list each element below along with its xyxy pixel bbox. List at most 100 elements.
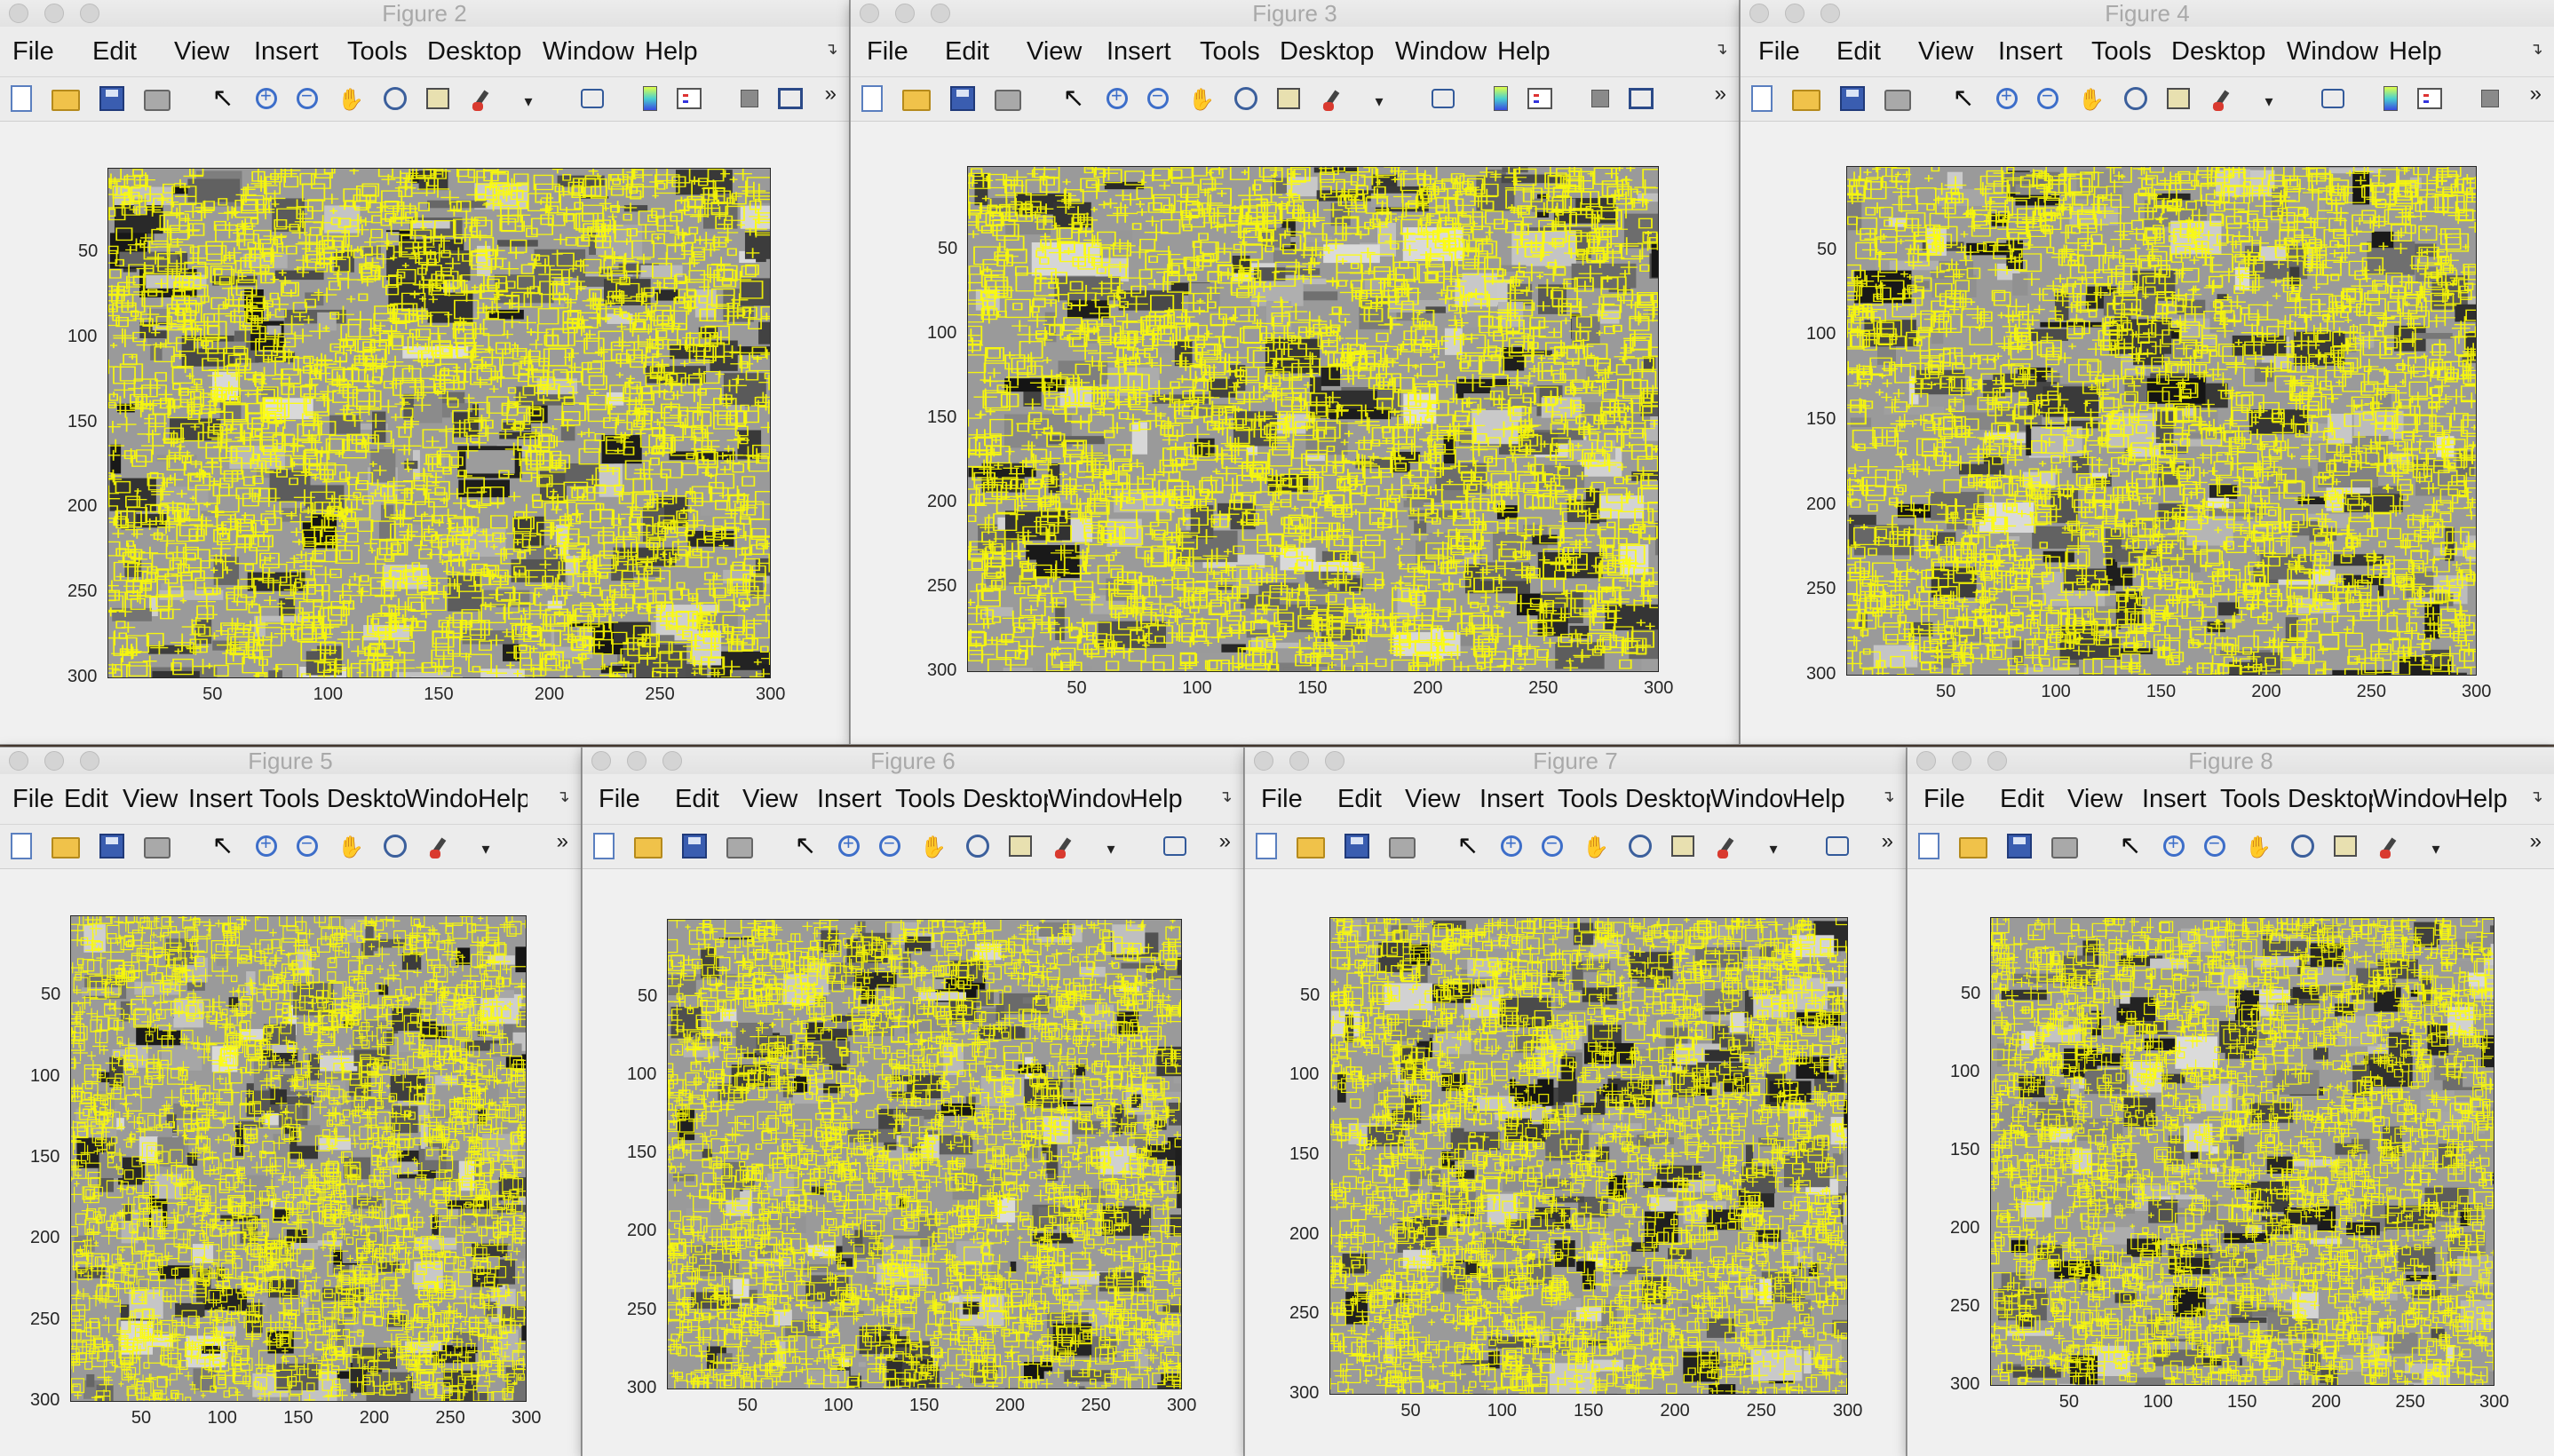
pan-hand-icon[interactable] xyxy=(1582,833,1609,859)
image-axes[interactable] xyxy=(1846,166,2477,676)
link-plot-icon[interactable] xyxy=(1826,836,1849,856)
window-title-bar[interactable]: Figure 7 xyxy=(1245,748,1906,774)
zoom-in-icon[interactable] xyxy=(1996,83,2018,109)
dock-figure-icon[interactable]: ↴ xyxy=(556,787,570,806)
menu-file[interactable]: File xyxy=(12,785,64,814)
dock-figure-icon[interactable]: ↴ xyxy=(824,39,838,59)
pan-hand-icon[interactable] xyxy=(1188,85,1215,112)
data-cursor-icon[interactable] xyxy=(426,88,449,109)
dock-figure-icon[interactable]: ↴ xyxy=(1218,787,1233,806)
menu-tools[interactable]: Tools xyxy=(2091,37,2171,67)
menu-window[interactable]: Window xyxy=(1395,37,1497,67)
menu-window[interactable]: Window xyxy=(405,785,478,814)
menu-help[interactable]: Help xyxy=(1792,785,1860,814)
zoom-out-icon[interactable] xyxy=(2204,830,2225,857)
dropdown-icon[interactable] xyxy=(472,833,499,859)
menu-view[interactable]: View xyxy=(174,37,254,67)
menu-edit[interactable]: Edit xyxy=(92,37,174,67)
menu-desktop[interactable]: Desktop xyxy=(963,785,1048,814)
image-axes[interactable] xyxy=(1329,917,1848,1395)
zoom-in-icon[interactable] xyxy=(2163,830,2185,857)
menu-insert[interactable]: Insert xyxy=(2142,785,2220,814)
save-icon[interactable] xyxy=(950,86,975,111)
zoom-button[interactable] xyxy=(931,4,950,23)
menu-edit[interactable]: Edit xyxy=(1836,37,1918,67)
zoom-out-icon[interactable] xyxy=(2037,83,2058,109)
zoom-button[interactable] xyxy=(1820,4,1840,23)
minimize-button[interactable] xyxy=(1785,4,1804,23)
menu-tools[interactable]: Tools xyxy=(1200,37,1280,67)
print-icon[interactable] xyxy=(726,837,753,859)
minimize-button[interactable] xyxy=(1289,751,1309,771)
menu-help[interactable]: Help xyxy=(2389,37,2451,67)
dropdown-icon[interactable] xyxy=(1366,85,1392,112)
zoom-button[interactable] xyxy=(1987,751,2007,771)
open-file-icon[interactable] xyxy=(52,90,80,111)
save-icon[interactable] xyxy=(99,834,124,859)
link-plot-icon[interactable] xyxy=(1432,89,1455,108)
dock-figure-icon[interactable]: ↴ xyxy=(2529,39,2543,59)
figure-window[interactable]: Figure 2 File Edit View Insert Tools Desktop Wi… xyxy=(0,0,849,744)
close-button[interactable] xyxy=(1749,4,1769,23)
zoom-button[interactable] xyxy=(1325,751,1344,771)
save-icon[interactable] xyxy=(1840,86,1865,111)
menu-insert[interactable]: Insert xyxy=(1106,37,1200,67)
link-plot-icon[interactable] xyxy=(1163,836,1186,856)
open-file-icon[interactable] xyxy=(1792,90,1820,111)
close-button[interactable] xyxy=(860,4,879,23)
dropdown-icon[interactable] xyxy=(515,85,542,112)
zoom-button[interactable] xyxy=(662,751,682,771)
open-file-icon[interactable] xyxy=(902,90,931,111)
brush-icon[interactable] xyxy=(2376,835,2403,859)
toolbar-overflow-icon[interactable]: » xyxy=(1219,824,1231,859)
window-title-bar[interactable]: Figure 4 xyxy=(1741,0,2554,27)
zoom-in-icon[interactable] xyxy=(1106,83,1128,109)
menu-desktop[interactable]: Desktop xyxy=(1625,785,1710,814)
menu-desktop[interactable]: Desktop xyxy=(427,37,543,67)
image-axes[interactable] xyxy=(70,915,527,1402)
zoom-in-icon[interactable] xyxy=(256,830,277,857)
menu-desktop[interactable]: Desktop xyxy=(327,785,405,814)
menu-window[interactable]: Window xyxy=(2373,785,2455,814)
dock-figure-icon[interactable]: ↴ xyxy=(1881,787,1895,806)
menu-tools[interactable]: Tools xyxy=(895,785,963,814)
zoom-out-icon[interactable] xyxy=(297,83,318,109)
menu-file[interactable]: File xyxy=(599,785,675,814)
menu-insert[interactable]: Insert xyxy=(254,37,347,67)
zoom-button[interactable] xyxy=(80,4,99,23)
pan-hand-icon[interactable] xyxy=(920,833,947,859)
menu-view[interactable]: View xyxy=(2067,785,2142,814)
menu-help[interactable]: Help xyxy=(1130,785,1197,814)
legend-icon[interactable] xyxy=(2417,88,2442,109)
close-button[interactable] xyxy=(591,751,611,771)
rotate-3d-icon[interactable] xyxy=(966,835,989,858)
minimize-button[interactable] xyxy=(1952,751,1971,771)
image-axes[interactable] xyxy=(1990,917,2495,1386)
close-button[interactable] xyxy=(9,4,28,23)
close-button[interactable] xyxy=(1916,751,1936,771)
link-plot-icon[interactable] xyxy=(581,89,604,108)
menu-help[interactable]: Help xyxy=(1497,37,1568,67)
minimize-button[interactable] xyxy=(895,4,915,23)
menu-file[interactable]: File xyxy=(867,37,945,67)
show-plot-tools-icon[interactable] xyxy=(1629,88,1654,109)
menu-help[interactable]: Help xyxy=(478,785,527,814)
save-icon[interactable] xyxy=(99,86,124,111)
data-cursor-icon[interactable] xyxy=(1009,835,1032,857)
colorbar-icon[interactable] xyxy=(643,86,657,111)
new-figure-icon[interactable] xyxy=(1751,85,1773,112)
image-axes[interactable] xyxy=(667,919,1182,1389)
new-figure-icon[interactable] xyxy=(861,85,883,112)
pan-hand-icon[interactable] xyxy=(2245,833,2272,859)
toolbar-overflow-icon[interactable]: » xyxy=(557,824,568,859)
window-title-bar[interactable]: Figure 5 xyxy=(0,748,581,774)
window-title-bar[interactable]: Figure 6 xyxy=(583,748,1243,774)
menu-file[interactable]: File xyxy=(12,37,92,67)
dock-figure-icon[interactable]: ↴ xyxy=(2529,787,2543,806)
brush-icon[interactable] xyxy=(426,835,453,859)
show-plot-tools-icon[interactable] xyxy=(778,88,803,109)
menu-view[interactable]: View xyxy=(123,785,188,814)
print-icon[interactable] xyxy=(995,90,1021,111)
minimize-button[interactable] xyxy=(627,751,646,771)
minimize-button[interactable] xyxy=(44,751,64,771)
